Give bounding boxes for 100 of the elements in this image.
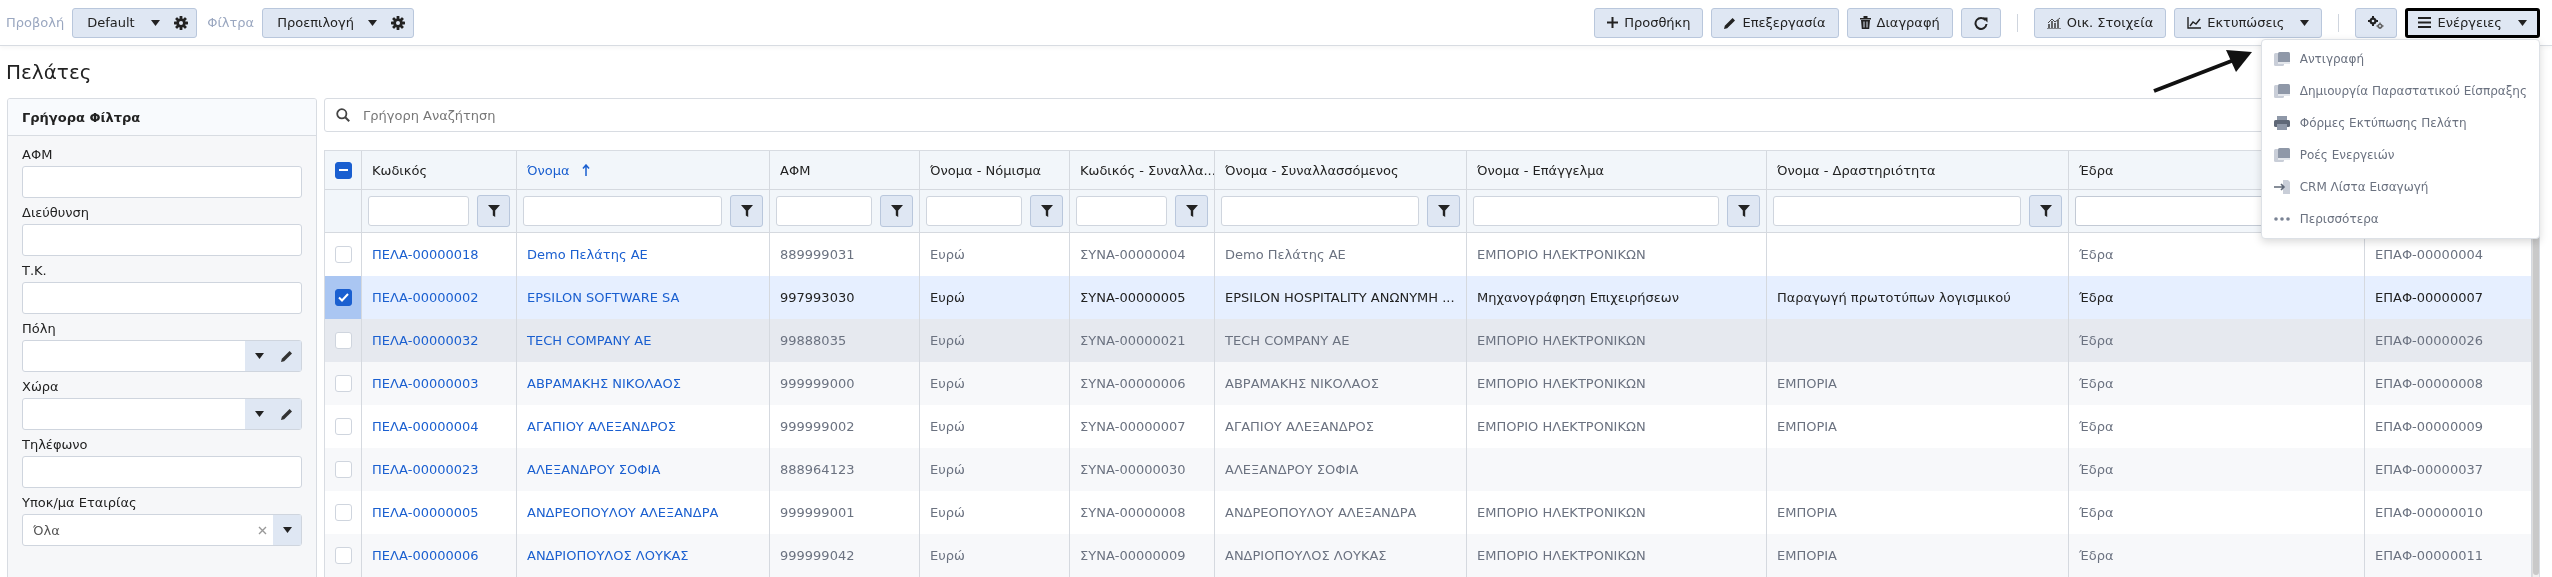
table-cell: 888964123: [780, 462, 855, 477]
table-cell: Ευρώ: [930, 505, 965, 520]
table-cell: ΑΝΔΡΕΟΠΟΥΛΟΥ ΑΛΕΞΑΝΔΡΑ: [1225, 505, 1417, 520]
table-link[interactable]: EPSILON SOFTWARE SA: [527, 290, 680, 305]
menu-item[interactable]: Αντιγραφή: [2261, 43, 2539, 75]
table-cell: ΕΠΑΦ-00000009: [2375, 419, 2483, 434]
table-cell: 999999042: [780, 548, 855, 563]
table-cell: ΕΜΠΟΡΙΟ ΗΛΕΚΤΡΟΝΙΚΩΝ: [1477, 333, 1646, 348]
table-cell: ΣΥΝΑ-00000030: [1080, 462, 1186, 477]
toolbar-button[interactable]: Οικ. Στοιχεία: [2033, 7, 2167, 38]
table-cell: Έδρα: [2079, 376, 2114, 391]
menu-item[interactable]: Περισσότερα: [2261, 203, 2539, 235]
table-cell: 997993030: [780, 290, 855, 305]
table-row[interactable]: ΠΕΛΑ-00000006 ΑΝΔΡΙΟΠΟΥΛΟΣ ΛΟΥΚΑΣ 999999042 Ευρώ ΣΥΝΑ-00000009 ΑΝΔΡΙΟΠΟΥΛΟΣ ΛΟΥΚΑΣ ΕΜΠΟΡΙΟ ΗΛΕΚΤΡΟΝΙΚΩΝ ΕΜΠΟΡΙΑ Έδρα ΕΠΑΦ-00000011: [325, 534, 2532, 577]
column-header[interactable]: Κωδικός - Συναλλα...: [1070, 151, 1215, 189]
table-cell: 889999031: [780, 247, 855, 262]
table-cell: Ευρώ: [930, 548, 965, 563]
table-cell: 999999000: [780, 376, 855, 391]
column-header[interactable]: Όνομα: [517, 151, 770, 189]
table-cell: ΕΠΑΦ-00000007: [2375, 290, 2483, 305]
table-link[interactable]: ΠΕΛΑ-00000005: [372, 505, 479, 520]
table-cell: Παραγωγή πρωτοτύπων λογισμικού: [1777, 290, 2011, 305]
table-cell: ΣΥΝΑ-00000021: [1080, 333, 1186, 348]
filter-select[interactable]: Προεπιλογή: [262, 7, 414, 38]
table-cell: ΑΝΔΡΙΟΠΟΥΛΟΣ ΛΟΥΚΑΣ: [1225, 548, 1387, 563]
table-cell: ΕΠΑΦ-00000008: [2375, 376, 2483, 391]
table-cell: Ευρώ: [930, 376, 965, 391]
table-cell: ΣΥΝΑ-00000009: [1080, 548, 1186, 563]
table-cell: Ευρώ: [930, 333, 965, 348]
table-link[interactable]: ΠΕΛΑ-00000004: [372, 419, 479, 434]
column-header[interactable]: Κωδικός: [362, 151, 517, 189]
table-cell: ΣΥΝΑ-00000006: [1080, 376, 1186, 391]
table-row[interactable]: ΠΕΛΑ-00000023 ΑΛΕΞΑΝΔΡΟΥ ΣΟΦΙΑ 888964123 Ευρώ ΣΥΝΑ-00000030 ΑΛΕΞΑΝΔΡΟΥ ΣΟΦΙΑ Έδρα ΕΠΑΦ-00000037: [325, 448, 2532, 491]
table-cell: ΕΜΠΟΡΙΟ ΗΛΕΚΤΡΟΝΙΚΩΝ: [1477, 376, 1646, 391]
table-cell: Ευρώ: [930, 290, 965, 305]
table-cell: Ευρώ: [930, 419, 965, 434]
table-cell: Μηχανογράφηση Επιχειρήσεων: [1477, 290, 1679, 305]
table-cell: TECH COMPANY AE: [1225, 333, 1350, 348]
table-row[interactable]: ΠΕΛΑ-00000032 TECH COMPANY AE 99888035 Ευρώ ΣΥΝΑ-00000021 TECH COMPANY AE ΕΜΠΟΡΙΟ ΗΛΕΚΤΡΟΝΙΚΩΝ Έδρα ΕΠΑΦ-00000026: [325, 319, 2532, 362]
table-link[interactable]: ΠΕΛΑ-00000023: [372, 462, 479, 477]
panel-title: Γρήγορα Φίλτρα: [8, 99, 316, 136]
column-header[interactable]: Όνομα - Επάγγελμα: [1467, 151, 1767, 189]
table-link[interactable]: ΑΝΔΡΙΟΠΟΥΛΟΣ ΛΟΥΚΑΣ: [527, 548, 689, 563]
table-cell: ΕΜΠΟΡΙΟ ΗΛΕΚΤΡΟΝΙΚΩΝ: [1477, 247, 1646, 262]
toolbar-button[interactable]: Προσθήκη: [1594, 7, 1704, 38]
page-title: Πελάτες: [6, 59, 92, 86]
table-cell: 99888035: [780, 333, 847, 348]
table-cell: Έδρα: [2079, 462, 2114, 477]
table-cell: ΕΠΑΦ-00000037: [2375, 462, 2483, 477]
table-cell: ΕΠΑΦ-00000026: [2375, 333, 2483, 348]
table-cell: ΑΓΑΠΙΟΥ ΑΛΕΞΑΝΔΡΟΣ: [1225, 419, 1374, 434]
field-label: ΑΦΜ: [22, 147, 54, 162]
column-header[interactable]: Όνομα - Δραστηριότητα: [1767, 151, 2069, 189]
field-label: Τηλέφωνο: [22, 437, 89, 452]
table-cell: 999999001: [780, 505, 855, 520]
table-link[interactable]: TECH COMPANY AE: [527, 333, 652, 348]
field-label: Χώρα: [22, 379, 60, 394]
table-cell: ΑΛΕΞΑΝΔΡΟΥ ΣΟΦΙΑ: [1225, 462, 1359, 477]
table-cell: EPSILON HOSPITALITY ΑΝΩΝΥΜΗ ...: [1225, 290, 1455, 305]
table-cell: ΕΜΠΟΡΙΟ ΗΛΕΚΤΡΟΝΙΚΩΝ: [1477, 505, 1646, 520]
table-cell: Έδρα: [2079, 419, 2114, 434]
table-link[interactable]: ΠΕΛΑ-00000032: [372, 333, 479, 348]
table-row[interactable]: ΠΕΛΑ-00000002 EPSILON SOFTWARE SA 997993030 Ευρώ ΣΥΝΑ-00000005 EPSILON HOSPITALITY ΑΝΩΝΥΜΗ ... Μηχανογράφηση Επιχειρήσεων Παραγωγή πρωτοτύπων λογισμικού Έδρα ΕΠΑΦ-00000007: [325, 276, 2532, 319]
view-select[interactable]: Default: [72, 7, 198, 38]
table-link[interactable]: ΠΕΛΑ-00000006: [372, 548, 479, 563]
table-cell: Έδρα: [2079, 505, 2114, 520]
table-link[interactable]: ΑΓΑΠΙΟΥ ΑΛΕΞΑΝΔΡΟΣ: [527, 419, 676, 434]
table-link[interactable]: ΠΕΛΑ-00000018: [372, 247, 479, 262]
table-cell: Demo Πελάτης ΑΕ: [1225, 247, 1346, 262]
table-cell: Έδρα: [2079, 247, 2114, 262]
toolbar-button[interactable]: Διαγραφή: [1846, 7, 1953, 38]
table-row[interactable]: ΠΕΛΑ-00000003 ΑΒΡΑΜΑΚΗΣ ΝΙΚΟΛΑΟΣ 999999000 Ευρώ ΣΥΝΑ-00000006 ΑΒΡΑΜΑΚΗΣ ΝΙΚΟΛΑΟΣ ΕΜΠΟΡΙΟ ΗΛΕΚΤΡΟΝΙΚΩΝ ΕΜΠΟΡΙΑ Έδρα ΕΠΑΦ-00000008: [325, 362, 2532, 405]
table-cell: ΣΥΝΑ-00000007: [1080, 419, 1186, 434]
field-label: Πόλη: [22, 321, 57, 336]
table-link[interactable]: Demo Πελάτης ΑΕ: [527, 247, 648, 262]
table-link[interactable]: ΑΒΡΑΜΑΚΗΣ ΝΙΚΟΛΑΟΣ: [527, 376, 681, 391]
table-cell: Έδρα: [2079, 333, 2114, 348]
column-header[interactable]: Όνομα - Συναλλασσόμενος: [1215, 151, 1467, 189]
table-link[interactable]: ΑΝΔΡΕΟΠΟΥΛΟΥ ΑΛΕΞΑΝΔΡΑ: [527, 505, 719, 520]
table-link[interactable]: ΑΛΕΞΑΝΔΡΟΥ ΣΟΦΙΑ: [527, 462, 661, 477]
column-header[interactable]: ΑΦΜ: [770, 151, 920, 189]
table-link[interactable]: ΠΕΛΑ-00000003: [372, 376, 479, 391]
dropdown-button[interactable]: Ενέργειες: [2405, 7, 2540, 38]
table-link[interactable]: ΠΕΛΑ-00000002: [372, 290, 479, 305]
filter-label: Φίλτρα: [207, 15, 255, 30]
table-cell: ΕΠΑΦ-00000004: [2375, 247, 2483, 262]
table-cell: ΣΥΝΑ-00000005: [1080, 290, 1186, 305]
field-label: Υποκ/μα Εταιρίας: [22, 495, 138, 510]
table-cell: ΕΠΑΦ-00000011: [2375, 548, 2483, 563]
table-cell: Έδρα: [2079, 548, 2114, 563]
toolbar-button[interactable]: Επεξεργασία: [1711, 7, 1839, 38]
view-label: Προβολή: [6, 15, 65, 30]
table-cell: ΕΜΠΟΡΙΑ: [1777, 505, 1837, 520]
table-cell: ΕΜΠΟΡΙΟ ΗΛΕΚΤΡΟΝΙΚΩΝ: [1477, 419, 1646, 434]
select-field[interactable]: Όλα: [22, 514, 302, 546]
field-label: Διεύθυνση: [22, 205, 91, 220]
dropdown-button[interactable]: Εκτυπώσεις: [2174, 7, 2323, 38]
table-cell: ΕΜΠΟΡΙΑ: [1777, 548, 1837, 563]
column-header[interactable]: Όνομα - Νόμισμα: [920, 151, 1070, 189]
table-cell: ΕΜΠΟΡΙΑ: [1777, 419, 1837, 434]
